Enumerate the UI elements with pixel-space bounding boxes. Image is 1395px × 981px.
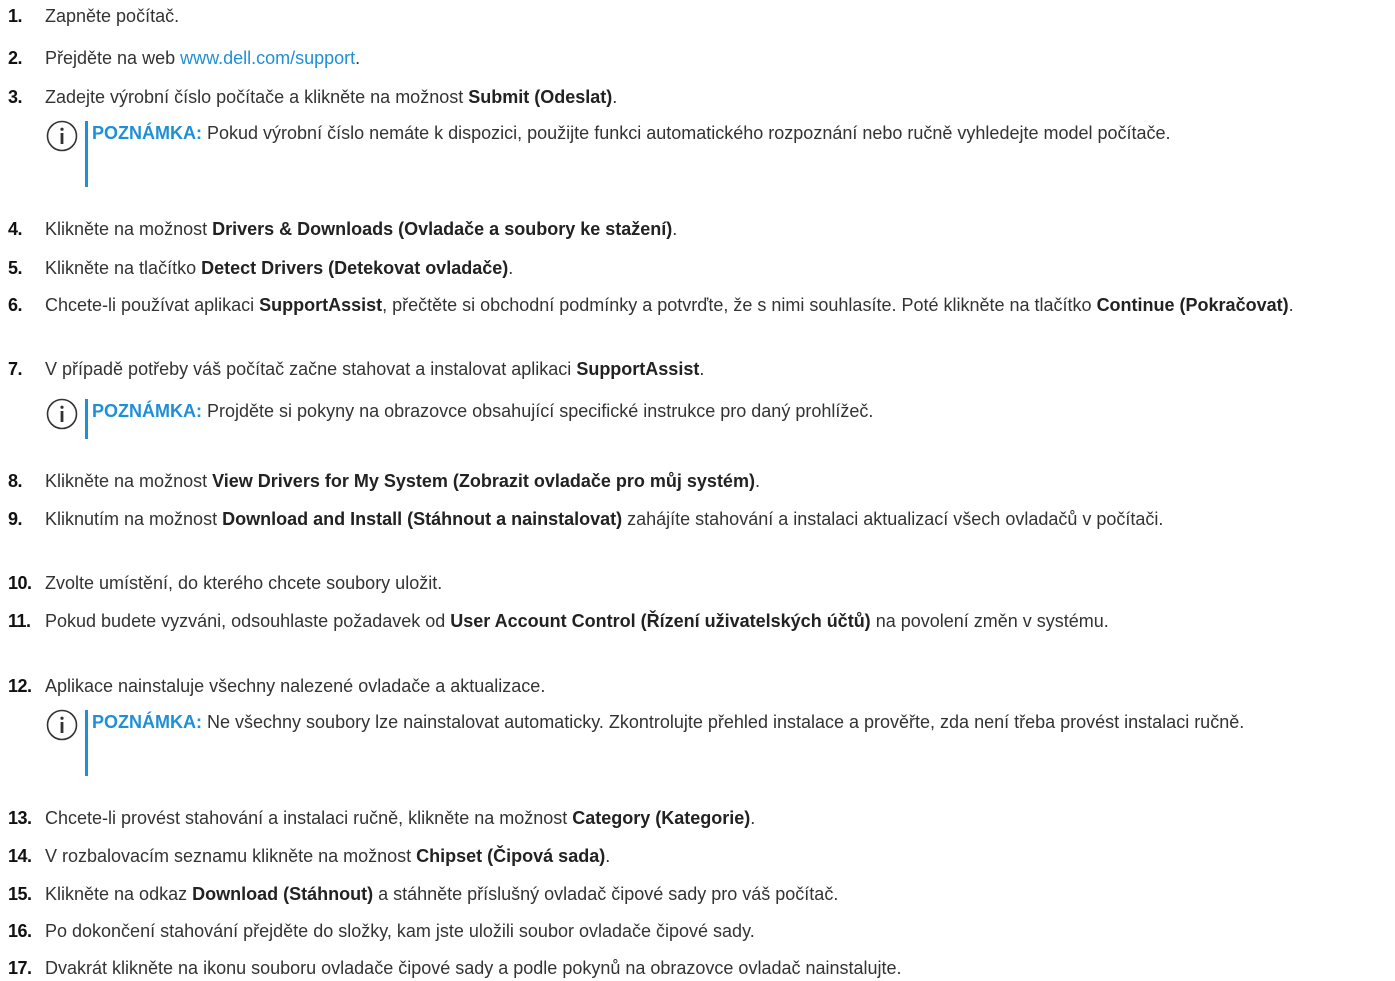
step-text: Klikněte na tlačítko Detect Drivers (Det…: [45, 258, 514, 278]
note-2: POZNÁMKA: Projděte si pokyny na obrazovc…: [45, 397, 1390, 439]
step-number: 17.: [8, 958, 32, 978]
step-text: Chcete-li provést stahování a instalaci …: [45, 808, 756, 828]
step-6: 6. Chcete-li používat aplikaci SupportAs…: [0, 292, 1390, 318]
step-text: Aplikace nainstaluje všechny nalezené ov…: [45, 676, 546, 696]
step-number: 7.: [8, 359, 23, 379]
step-number: 16.: [8, 921, 32, 941]
step-text: V rozbalovacím seznamu klikněte na možno…: [45, 846, 611, 866]
step-text: Kliknutím na možnost Download and Instal…: [45, 509, 1164, 529]
note-label: POZNÁMKA:: [92, 712, 202, 732]
step-number: 10.: [8, 573, 32, 593]
step-7: 7. V případě potřeby váš počítač začne s…: [0, 356, 1390, 382]
step-number: 1.: [8, 6, 23, 26]
step-number: 2.: [8, 48, 23, 68]
note-text: POZNÁMKA: Ne všechny soubory lze nainsta…: [92, 712, 1245, 732]
step-11: 11. Pokud budete vyzváni, odsouhlaste po…: [0, 608, 1390, 634]
step-16: 16. Po dokončení stahování přejděte do s…: [0, 918, 1390, 944]
step-12: 12. Aplikace nainstaluje všechny nalezen…: [0, 673, 1390, 699]
step-text: Zadejte výrobní číslo počítače a kliknět…: [45, 87, 618, 107]
note-label: POZNÁMKA:: [92, 123, 202, 143]
step-text: V případě potřeby váš počítač začne stah…: [45, 359, 705, 379]
instruction-document: 1. Zapněte počítač. 2. Přejděte na web w…: [0, 0, 1395, 978]
step-8: 8. Klikněte na možnost View Drivers for …: [0, 468, 1390, 494]
note-1: POZNÁMKA: Pokud výrobní číslo nemáte k d…: [45, 119, 1390, 187]
note-accent-bar: [85, 121, 88, 187]
dell-support-link[interactable]: www.dell.com/support: [180, 48, 355, 68]
step-text: Po dokončení stahování přejděte do složk…: [45, 921, 755, 941]
step-text: Pokud budete vyzváni, odsouhlaste požada…: [45, 611, 1109, 631]
step-text: Chcete-li používat aplikaci SupportAssis…: [45, 295, 1294, 315]
step-number: 6.: [8, 295, 23, 315]
step-number: 11.: [8, 611, 31, 631]
step-number: 9.: [8, 509, 23, 529]
step-number: 4.: [8, 219, 23, 239]
step-5: 5. Klikněte na tlačítko Detect Drivers (…: [0, 255, 1390, 281]
step-number: 14.: [8, 846, 32, 866]
step-text: Přejděte na web www.dell.com/support.: [45, 48, 361, 68]
step-text: Dvakrát klikněte na ikonu souboru ovlada…: [45, 958, 902, 978]
note-text: POZNÁMKA: Projděte si pokyny na obrazovc…: [92, 401, 874, 421]
step-13: 13. Chcete-li provést stahování a instal…: [0, 805, 1390, 831]
info-circle-icon: [46, 398, 78, 430]
step-number: 13.: [8, 808, 32, 828]
note-accent-bar: [85, 710, 88, 776]
step-text: Zapněte počítač.: [45, 6, 180, 26]
step-number: 8.: [8, 471, 23, 491]
step-14: 14. V rozbalovacím seznamu klikněte na m…: [0, 843, 1390, 869]
info-circle-icon: [46, 709, 78, 741]
step-text: Klikněte na možnost View Drivers for My …: [45, 471, 760, 491]
note-text: POZNÁMKA: Pokud výrobní číslo nemáte k d…: [92, 123, 1171, 143]
step-2: 2. Přejděte na web www.dell.com/support.: [0, 45, 1390, 71]
step-number: 3.: [8, 87, 23, 107]
step-3: 3. Zadejte výrobní číslo počítače a klik…: [0, 84, 1390, 110]
step-number: 12.: [8, 676, 32, 696]
step-text: Zvolte umístění, do kterého chcete soubo…: [45, 573, 443, 593]
step-text: Klikněte na možnost Drivers & Downloads …: [45, 219, 678, 239]
info-circle-icon: [46, 120, 78, 152]
step-17: 17. Dvakrát klikněte na ikonu souboru ov…: [0, 955, 1390, 981]
step-9: 9. Kliknutím na možnost Download and Ins…: [0, 506, 1390, 532]
step-number: 5.: [8, 258, 23, 278]
note-label: POZNÁMKA:: [92, 401, 202, 421]
step-15: 15. Klikněte na odkaz Download (Stáhnout…: [0, 881, 1390, 907]
note-3: POZNÁMKA: Ne všechny soubory lze nainsta…: [45, 708, 1390, 776]
step-1: 1. Zapněte počítač.: [0, 3, 1390, 29]
step-text: Klikněte na odkaz Download (Stáhnout) a …: [45, 884, 839, 904]
step-10: 10. Zvolte umístění, do kterého chcete s…: [0, 570, 1390, 596]
note-accent-bar: [85, 399, 88, 439]
step-number: 15.: [8, 884, 32, 904]
step-4: 4. Klikněte na možnost Drivers & Downloa…: [0, 216, 1390, 242]
